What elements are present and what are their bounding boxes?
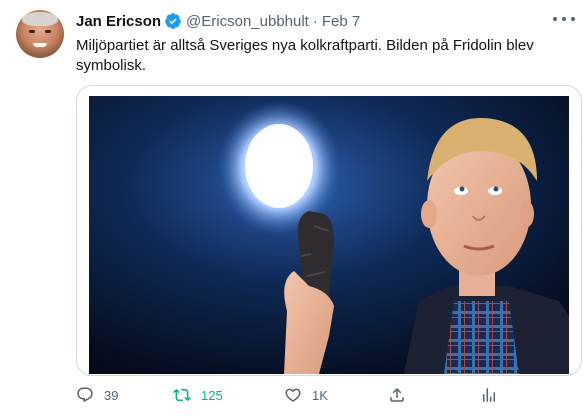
tweet-text: Miljöpartiet är alltså Sveriges nya kolk… bbox=[76, 37, 534, 74]
reply-button[interactable]: 39 bbox=[76, 384, 118, 406]
share-icon bbox=[390, 387, 404, 402]
reply-count: 39 bbox=[104, 387, 119, 403]
tweet-actions: 39 125 1K bbox=[76, 384, 576, 406]
heart-icon bbox=[285, 388, 301, 402]
separator-dot: · bbox=[312, 12, 318, 30]
tweet-header: Jan Ericson @Ericson_ubbhult · Feb 7 bbox=[76, 11, 360, 31]
tweet-date[interactable]: Feb 7 bbox=[322, 13, 360, 30]
avatar[interactable] bbox=[16, 10, 64, 58]
reply-icon bbox=[77, 387, 93, 403]
analytics-icon bbox=[483, 388, 495, 402]
like-count: 1K bbox=[312, 387, 328, 403]
author-handle[interactable]: @Ericson_ubbhult bbox=[186, 13, 309, 30]
tweet[interactable]: Jan Ericson @Ericson_ubbhult · Feb 7 Mil… bbox=[0, 0, 586, 419]
like-button[interactable]: 1K bbox=[284, 384, 328, 406]
verified-badge-icon bbox=[165, 13, 181, 29]
share-button[interactable] bbox=[388, 384, 416, 406]
analytics-button[interactable] bbox=[480, 384, 508, 406]
retweet-count: 125 bbox=[201, 387, 223, 403]
more-options-icon[interactable] bbox=[553, 10, 575, 28]
retweet-icon bbox=[173, 388, 191, 402]
tweet-photo bbox=[89, 96, 569, 374]
tweet-media[interactable] bbox=[76, 85, 582, 376]
retweet-button[interactable]: 125 bbox=[173, 384, 223, 406]
author-name[interactable]: Jan Ericson bbox=[76, 13, 161, 30]
